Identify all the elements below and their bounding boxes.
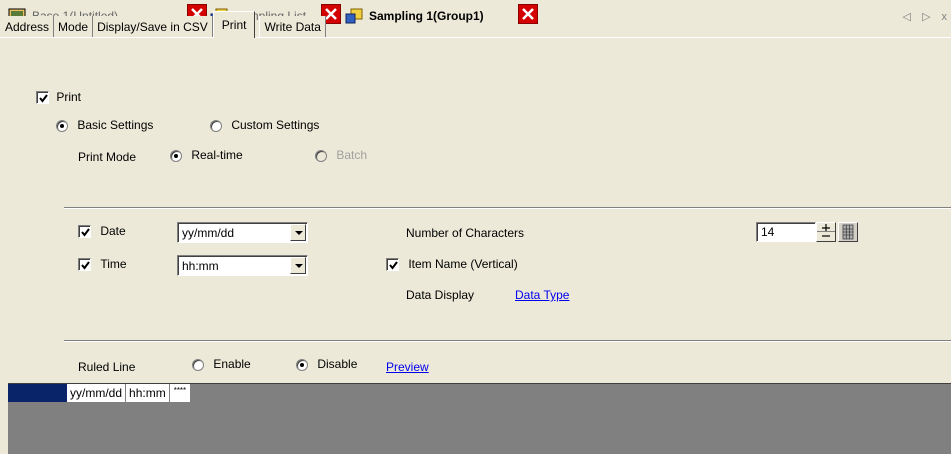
date-format-value: yy/mm/dd bbox=[182, 226, 235, 240]
spin-down-icon[interactable] bbox=[817, 232, 835, 241]
preview-row-header bbox=[8, 384, 67, 402]
date-checkbox[interactable]: Date bbox=[78, 224, 126, 239]
chevron-down-icon[interactable] bbox=[290, 224, 306, 241]
ruled-line-label: Ruled Line bbox=[78, 360, 136, 374]
radio-disabled-icon bbox=[315, 149, 327, 162]
print-mode-label: Print Mode bbox=[78, 150, 137, 164]
tab-write-data[interactable]: Write Data bbox=[259, 16, 326, 38]
preview-date-cell: yy/mm/dd bbox=[67, 384, 127, 402]
batch-label: Batch bbox=[336, 148, 368, 162]
keypad-icon[interactable] bbox=[838, 222, 858, 242]
tab-mode[interactable]: Mode bbox=[54, 16, 94, 38]
ruled-line-disable-radio[interactable]: Disable bbox=[296, 357, 357, 371]
doc-tab-label: Sampling 1(Group1) bbox=[369, 9, 484, 23]
time-checkbox[interactable]: Time bbox=[78, 257, 127, 272]
tab-print[interactable]: Print bbox=[212, 11, 256, 38]
number-of-characters-value: 14 bbox=[761, 225, 775, 239]
tab-scroll-arrows[interactable]: ◁ ▷ x bbox=[902, 10, 951, 23]
close-icon[interactable] bbox=[518, 4, 538, 24]
tab-address[interactable]: Address bbox=[0, 16, 55, 38]
number-of-characters-label: Number of Characters bbox=[406, 226, 525, 240]
property-tabs: Address Mode Display/Save in CSV Print W… bbox=[0, 11, 326, 38]
preview-row: yy/mm/dd hh:mm **** bbox=[67, 384, 192, 402]
time-label: Time bbox=[100, 257, 127, 271]
time-format-value: hh:mm bbox=[182, 259, 219, 273]
tabs-baseline bbox=[0, 37, 951, 39]
batch-radio: Batch bbox=[315, 148, 367, 162]
date-label: Date bbox=[100, 224, 126, 238]
spin-up-icon[interactable] bbox=[817, 223, 835, 232]
disable-label: Disable bbox=[317, 357, 358, 371]
number-of-characters-input[interactable]: 14 bbox=[756, 222, 816, 242]
preview-time-cell: hh:mm bbox=[126, 384, 170, 402]
preview-data-cell: **** bbox=[170, 384, 192, 402]
item-name-checkbox[interactable]: Item Name (Vertical) bbox=[386, 257, 518, 272]
radio-selected-icon bbox=[56, 119, 68, 132]
checkbox-checked-icon bbox=[386, 258, 399, 272]
ruled-line-enable-radio[interactable]: Enable bbox=[192, 357, 251, 371]
tab-display-save-csv[interactable]: Display/Save in CSV bbox=[93, 16, 213, 38]
doc-tab-sampling1[interactable]: Sampling 1(Group1) bbox=[345, 6, 484, 26]
radio-unselected-icon bbox=[192, 358, 204, 371]
print-checkbox[interactable]: Print bbox=[36, 90, 82, 105]
number-spinner[interactable] bbox=[816, 222, 836, 242]
enable-label: Enable bbox=[213, 357, 251, 371]
separator-line bbox=[64, 207, 951, 209]
realtime-radio[interactable]: Real-time bbox=[170, 148, 243, 162]
basic-settings-radio[interactable]: Basic Settings bbox=[56, 118, 153, 132]
checkbox-checked-icon bbox=[78, 225, 91, 239]
preview-border bbox=[0, 383, 8, 454]
date-format-select[interactable]: yy/mm/dd bbox=[177, 222, 308, 243]
radio-selected-icon bbox=[170, 149, 182, 162]
data-display-label: Data Display bbox=[406, 288, 475, 302]
checkbox-checked-icon bbox=[78, 258, 91, 272]
preview-link[interactable]: Preview bbox=[386, 360, 429, 374]
time-format-select[interactable]: hh:mm bbox=[177, 255, 308, 276]
separator-line bbox=[64, 340, 951, 342]
radio-selected-icon bbox=[296, 358, 308, 371]
custom-settings-radio[interactable]: Custom Settings bbox=[210, 118, 319, 132]
custom-settings-label: Custom Settings bbox=[231, 118, 320, 132]
basic-settings-label: Basic Settings bbox=[77, 118, 154, 132]
print-label: Print bbox=[56, 90, 82, 104]
data-type-link[interactable]: Data Type bbox=[515, 288, 569, 302]
sampling-icon bbox=[345, 8, 363, 24]
radio-unselected-icon bbox=[210, 119, 222, 132]
item-name-label: Item Name (Vertical) bbox=[408, 257, 518, 271]
checkbox-checked-icon bbox=[36, 91, 49, 105]
chevron-down-icon[interactable] bbox=[290, 257, 306, 274]
realtime-label: Real-time bbox=[191, 148, 243, 162]
